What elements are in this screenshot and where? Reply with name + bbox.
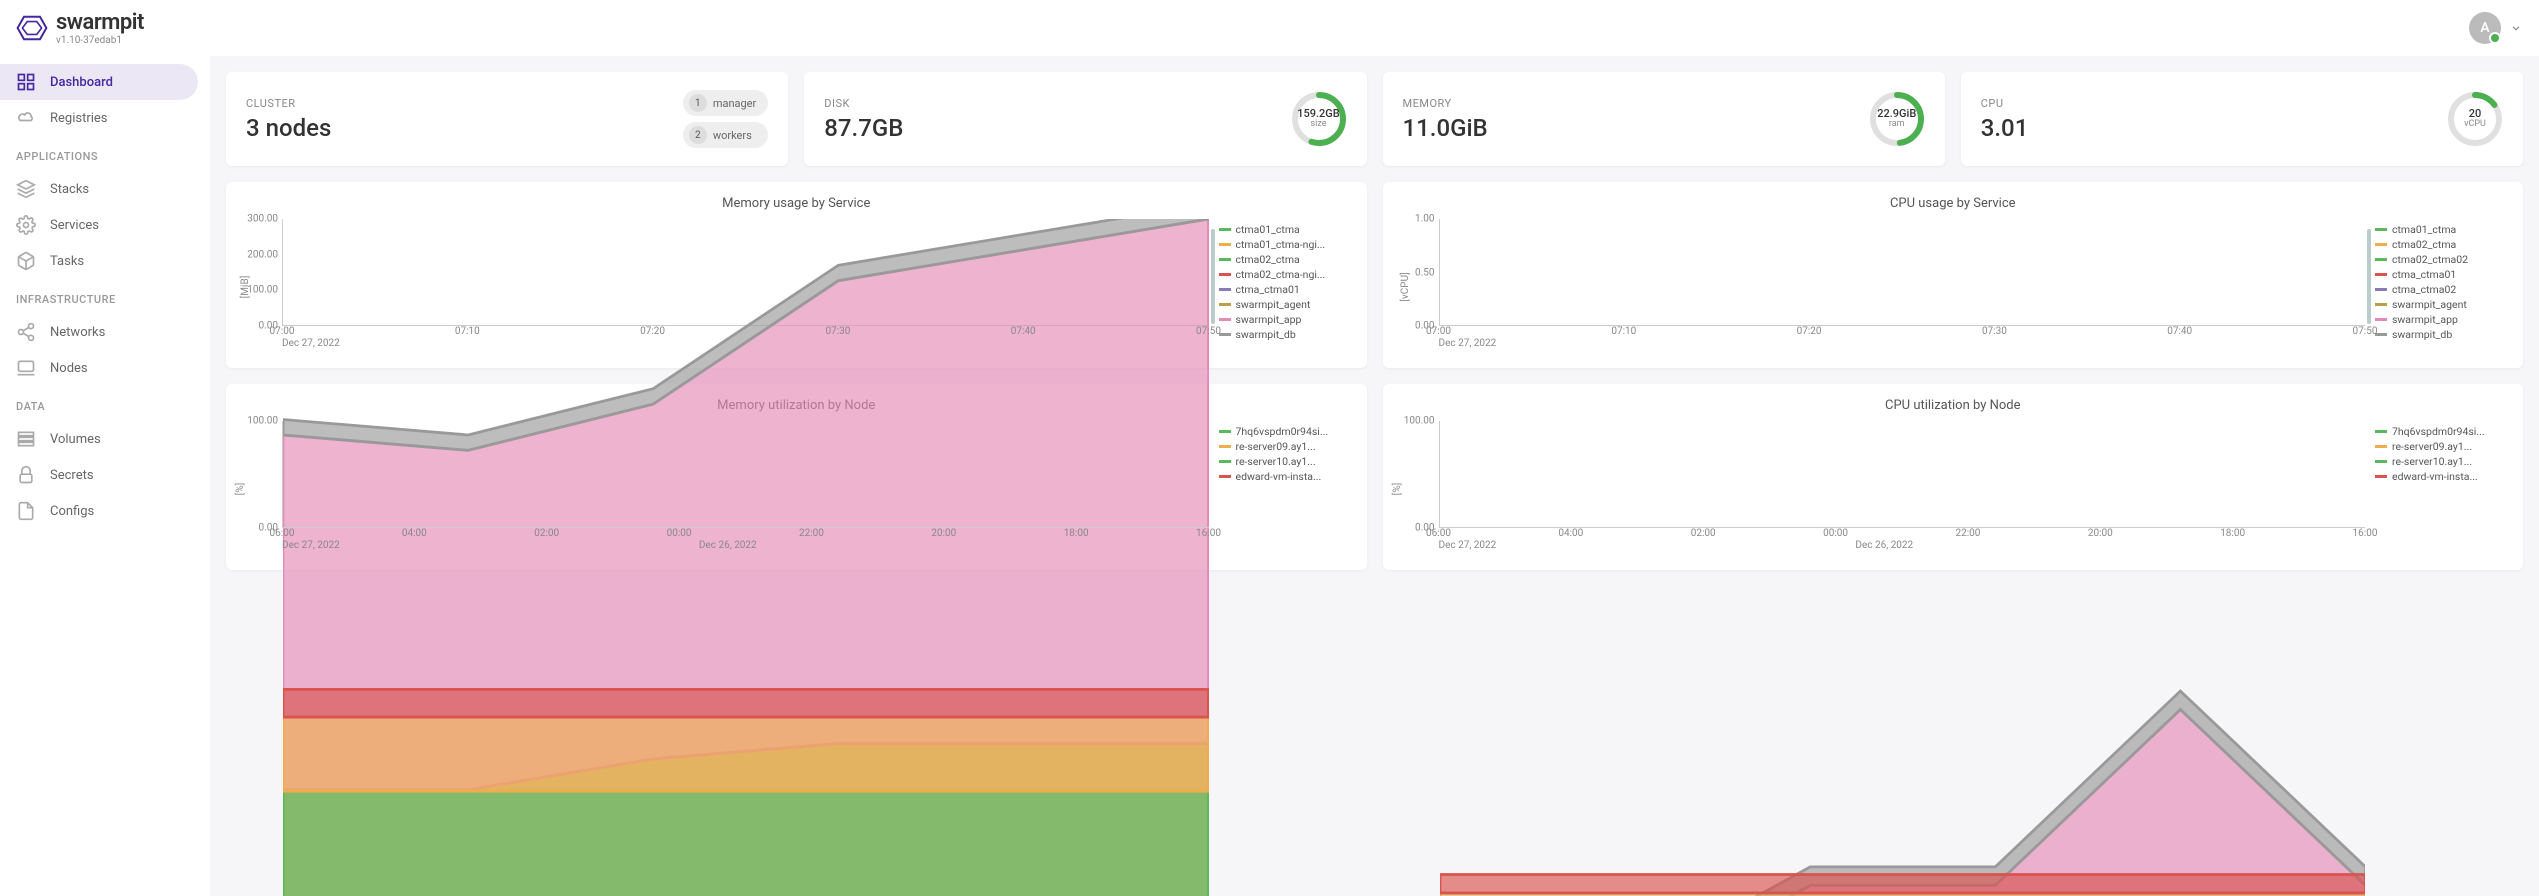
legend-item[interactable]: re-server09.ay1...: [2375, 440, 2505, 453]
cpu-card: CPU 3.01 20vCPU: [1961, 72, 2523, 166]
sidebar-item-nodes[interactable]: Nodes: [0, 350, 198, 386]
disk-ring: 159.2GBsize: [1291, 91, 1347, 147]
legend-item[interactable]: ctma01_ctma-ngi...: [1219, 238, 1349, 251]
chart-plot[interactable]: [%] 0.00100.00 06:0004:0002:0000:0022:00…: [244, 421, 1209, 556]
legend-item[interactable]: ctma_ctma02: [2375, 283, 2505, 296]
legend-item[interactable]: swarmpit_app: [1219, 313, 1349, 326]
logo[interactable]: swarmpit v1.10-37edab1: [16, 10, 144, 46]
cluster-label: CLUSTER: [246, 97, 331, 110]
nav-section-title: APPLICATIONS: [0, 136, 210, 171]
sidebar-item-label: Registries: [50, 111, 108, 126]
sidebar-item-secrets[interactable]: Secrets: [0, 457, 198, 493]
legend-item[interactable]: re-server09.ay1...: [1219, 440, 1349, 453]
sidebar-item-stacks[interactable]: Stacks: [0, 171, 198, 207]
legend-item[interactable]: swarmpit_agent: [1219, 298, 1349, 311]
cluster-value: 3 nodes: [246, 114, 331, 142]
chart-cpu-svc: CPU usage by Service [vCPU] 0.000.501.00…: [1383, 182, 2524, 368]
layers-icon: [16, 179, 36, 199]
chart-title: CPU usage by Service: [1401, 196, 2506, 211]
legend-scrollbar[interactable]: [1211, 229, 1215, 324]
chart-title: Memory usage by Service: [244, 196, 1349, 211]
sidebar-item-dashboard[interactable]: Dashboard: [0, 64, 198, 100]
cpu-value: 3.01: [1981, 114, 2029, 142]
legend-scrollbar[interactable]: [2367, 229, 2371, 324]
legend-item[interactable]: swarmpit_agent: [2375, 298, 2505, 311]
legend-item[interactable]: ctma01_ctma: [2375, 223, 2505, 236]
sidebar-item-label: Dashboard: [50, 75, 113, 90]
chart-plot[interactable]: [%] 0.00100.00 06:0004:0002:0000:0022:00…: [1401, 421, 2366, 556]
legend-item[interactable]: ctma_ctma01: [1219, 283, 1349, 296]
legend-item[interactable]: re-server10.ay1...: [2375, 455, 2505, 468]
sidebar-item-tasks[interactable]: Tasks: [0, 243, 198, 279]
swarmpit-logo-icon: [16, 12, 48, 44]
chart-plot[interactable]: [MiB] 0.00100.00200.00300.00 07:0007:100…: [244, 219, 1209, 354]
sidebar-item-volumes[interactable]: Volumes: [0, 421, 198, 457]
version-text: v1.10-37edab1: [56, 35, 144, 46]
sidebar-item-label: Networks: [50, 325, 105, 340]
disk-value: 87.7GB: [824, 114, 903, 142]
chart-legend: 7hq6vspdm0r94si... re-server09.ay1... re-s…: [2375, 421, 2505, 556]
share-icon: [16, 322, 36, 342]
sidebar: Dashboard Registries APPLICATIONS Stacks…: [0, 0, 210, 896]
legend-item[interactable]: 7hq6vspdm0r94si...: [2375, 425, 2505, 438]
disk-card: DISK 87.7GB 159.2GBsize: [804, 72, 1366, 166]
sidebar-item-label: Tasks: [50, 254, 84, 269]
sidebar-item-configs[interactable]: Configs: [0, 493, 198, 529]
chart-legend: ctma01_ctma ctma02_ctma ctma02_ctma02 ctma_…: [2375, 219, 2505, 354]
chart-plot[interactable]: [vCPU] 0.000.501.00 07:0007:1007:2007:30…: [1401, 219, 2366, 354]
sidebar-item-label: Services: [50, 218, 99, 233]
laptop-icon: [16, 358, 36, 378]
app-header: swarmpit v1.10-37edab1 A: [0, 0, 2539, 56]
chart-mem-svc: Memory usage by Service [MiB] 0.00100.00…: [226, 182, 1367, 368]
brand-name: swarmpit: [56, 10, 144, 35]
cube-icon: [16, 251, 36, 271]
dashboard-icon: [16, 72, 36, 92]
legend-item[interactable]: edward-vm-insta...: [1219, 470, 1349, 483]
legend-item[interactable]: edward-vm-insta...: [2375, 470, 2505, 483]
legend-item[interactable]: 7hq6vspdm0r94si...: [1219, 425, 1349, 438]
nav-section-title: DATA: [0, 386, 210, 421]
legend-item[interactable]: ctma02_ctma: [2375, 238, 2505, 251]
legend-item[interactable]: ctma02_ctma-ngi...: [1219, 268, 1349, 281]
sidebar-item-label: Nodes: [50, 361, 88, 376]
chevron-down-icon[interactable]: [2509, 21, 2523, 35]
sidebar-item-services[interactable]: Services: [0, 207, 198, 243]
cpu-ring: 20vCPU: [2447, 91, 2503, 147]
cluster-card: CLUSTER 3 nodes 1manager 2workers: [226, 72, 788, 166]
cloud-icon: [16, 108, 36, 128]
services-icon: [16, 215, 36, 235]
file-icon: [16, 501, 36, 521]
lock-icon: [16, 465, 36, 485]
sidebar-item-label: Secrets: [50, 468, 94, 483]
legend-item[interactable]: swarmpit_db: [2375, 328, 2505, 341]
legend-item[interactable]: ctma01_ctma: [1219, 223, 1349, 236]
chart-legend: 7hq6vspdm0r94si... re-server09.ay1... re-s…: [1219, 421, 1349, 556]
legend-item[interactable]: ctma02_ctma: [1219, 253, 1349, 266]
cluster-badge: 1manager: [683, 90, 768, 116]
legend-item[interactable]: swarmpit_db: [1219, 328, 1349, 341]
disk-label: DISK: [824, 97, 903, 110]
memory-card: MEMORY 11.0GiB 22.9GiBram: [1383, 72, 1945, 166]
legend-item[interactable]: swarmpit_app: [2375, 313, 2505, 326]
sidebar-item-label: Configs: [50, 504, 94, 519]
legend-item[interactable]: re-server10.ay1...: [1219, 455, 1349, 468]
legend-item[interactable]: ctma_ctma01: [2375, 268, 2505, 281]
nav-section-title: INFRASTRUCTURE: [0, 279, 210, 314]
sidebar-item-networks[interactable]: Networks: [0, 314, 198, 350]
memory-label: MEMORY: [1403, 97, 1488, 110]
avatar[interactable]: A: [2469, 12, 2501, 44]
sidebar-item-label: Volumes: [50, 432, 101, 447]
legend-item[interactable]: ctma02_ctma02: [2375, 253, 2505, 266]
sidebar-item-registries[interactable]: Registries: [0, 100, 198, 136]
chart-legend: ctma01_ctma ctma01_ctma-ngi... ctma02_ctma…: [1219, 219, 1349, 354]
memory-ring: 22.9GiBram: [1869, 91, 1925, 147]
cluster-badge: 2workers: [683, 122, 768, 148]
sidebar-item-label: Stacks: [50, 182, 89, 197]
storage-icon: [16, 429, 36, 449]
main-content: CLUSTER 3 nodes 1manager 2workers DISK 87…: [210, 0, 2539, 896]
memory-value: 11.0GiB: [1403, 114, 1488, 142]
cpu-label: CPU: [1981, 97, 2029, 110]
